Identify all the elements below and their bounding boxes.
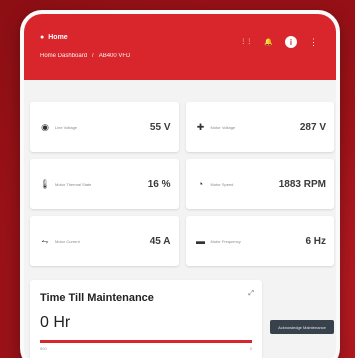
metric-card-thermal-state[interactable]: 🌡 Motor Thermal State 16 % xyxy=(30,159,179,209)
maintenance-title: Time Till Maintenance xyxy=(40,292,154,304)
metric-value: 55 V xyxy=(149,121,171,133)
app-bar: ● Home Home Dashboard / AB400 VFD ⋮⋮ 🔔 i… xyxy=(24,14,336,80)
app-bar-actions: ⋮⋮ 🔔 i ⋮ xyxy=(240,36,318,48)
phone-frame: ● Home Home Dashboard / AB400 VFD ⋮⋮ 🔔 i… xyxy=(20,10,340,358)
metric-label: Motor Frequency xyxy=(210,238,241,244)
motor-voltage-icon: ✚ xyxy=(196,121,205,132)
maintenance-scale: 500 0 xyxy=(40,346,252,351)
metric-label: Motor Current xyxy=(55,238,80,244)
maintenance-value: 0 Hr xyxy=(40,314,71,331)
metric-value: 6 Hz xyxy=(305,235,326,247)
scale-max: 0 xyxy=(249,346,252,351)
scale-min: 500 xyxy=(40,346,47,351)
more-menu-icon[interactable]: ⋮ xyxy=(309,37,318,47)
maintenance-progress-bar xyxy=(40,340,252,343)
current-icon: ⥊ xyxy=(41,235,49,246)
speedometer-icon: ◔ xyxy=(197,179,204,189)
metric-value: 1883 RPM xyxy=(278,178,326,190)
metric-value: 45 A xyxy=(149,235,171,247)
breadcrumb-separator: / xyxy=(92,53,94,59)
info-icon[interactable]: i xyxy=(285,36,297,48)
app-title-text: Home xyxy=(48,34,68,41)
notification-icon[interactable]: 🔔 xyxy=(264,38,273,47)
metric-label: Line Voltage xyxy=(55,124,78,130)
gauge-icon: ◉ xyxy=(41,121,49,132)
frequency-icon: ▬ xyxy=(196,236,205,246)
metric-card-motor-frequency[interactable]: ▬ Motor Frequency 6 Hz xyxy=(185,216,334,266)
breadcrumb: Home Dashboard / AB400 VFD xyxy=(40,53,322,59)
home-icon: ● xyxy=(40,34,45,41)
metric-card-motor-voltage[interactable]: ✚ Motor Voltage 287 V xyxy=(185,102,334,152)
metric-value: 287 V xyxy=(299,121,326,133)
metric-card-line-voltage[interactable]: ◉ Line Voltage 55 V xyxy=(30,102,179,152)
breadcrumb-home[interactable]: Home Dashboard xyxy=(40,53,87,59)
apps-icon[interactable]: ⋮⋮ xyxy=(240,38,252,47)
metric-label: Motor Speed xyxy=(210,181,234,187)
metric-label: Motor Voltage xyxy=(210,124,236,130)
maintenance-card: Time Till Maintenance ⤢ 0 Hr 500 0 xyxy=(30,280,262,358)
metric-value: 16 % xyxy=(147,178,171,190)
thermometer-icon: 🌡 xyxy=(39,178,51,189)
metrics-grid: ◉ Line Voltage 55 V ✚ Motor Voltage 287 … xyxy=(30,102,334,266)
acknowledge-maintenance-button[interactable]: Acknowledge Maintenance xyxy=(270,320,334,334)
expand-icon[interactable]: ⤢ xyxy=(248,290,254,298)
maintenance-progress-fill xyxy=(40,340,252,343)
metric-label: Motor Thermal State xyxy=(55,181,92,187)
metric-card-motor-speed[interactable]: ◔ Motor Speed 1883 RPM xyxy=(185,159,334,209)
breadcrumb-device[interactable]: AB400 VFD xyxy=(99,53,131,59)
metric-card-motor-current[interactable]: ⥊ Motor Current 45 A xyxy=(30,216,179,266)
